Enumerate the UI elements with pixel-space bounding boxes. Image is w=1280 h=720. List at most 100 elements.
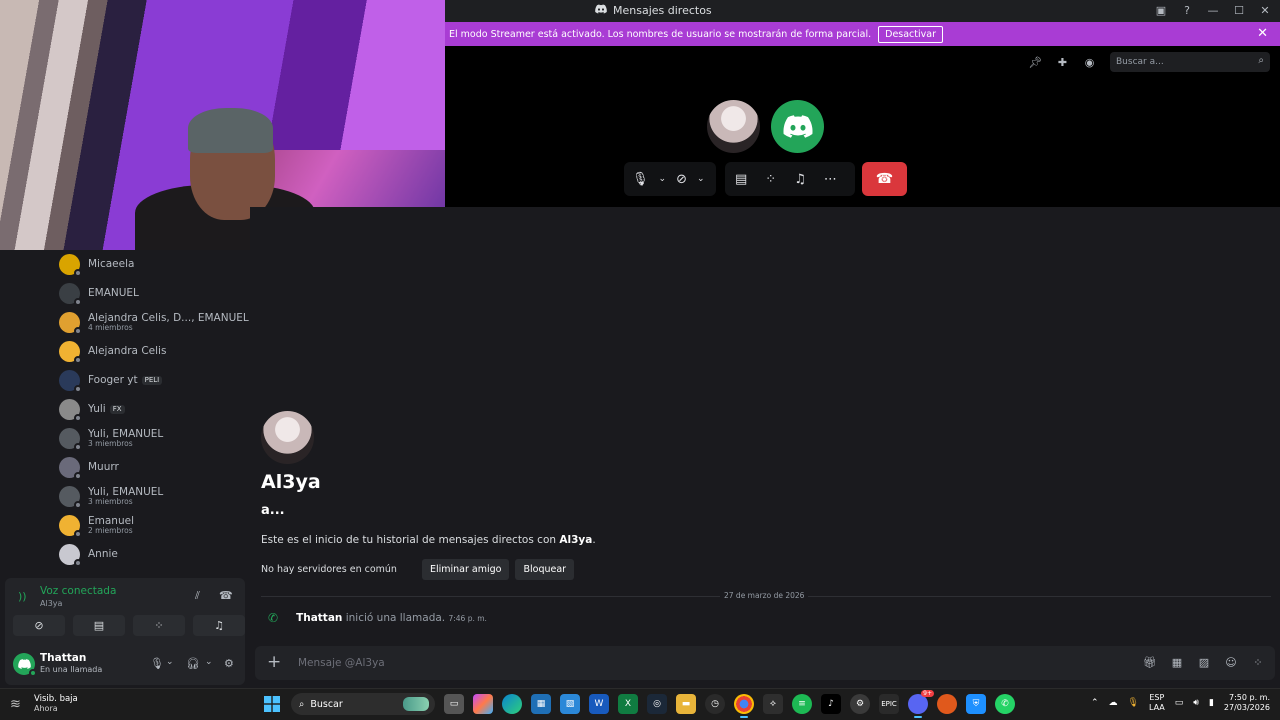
dm-list-item[interactable]: Micaeela (50, 250, 250, 279)
network-icon[interactable]: ▭ (1175, 698, 1184, 708)
dm-list-item[interactable]: Annie (50, 540, 250, 569)
dm-list-item[interactable]: Alejandra Celis, D..., EMANUEL 4 miembros (50, 308, 250, 337)
soundboard-button[interactable]: ♫ (193, 615, 245, 636)
mic-options-chevron-icon[interactable]: ⌄ (166, 657, 174, 667)
pin-icon[interactable]: 📌︎ (1029, 56, 1043, 69)
audio-options-chevron-icon[interactable]: ⌄ (205, 657, 213, 667)
gift-icon[interactable]: 🎁︎ (1143, 655, 1157, 669)
screen-share-icon[interactable]: ▤ (735, 172, 747, 187)
voice-channel[interactable]: Al3ya (40, 599, 62, 608)
avatar (59, 254, 82, 277)
add-friend-icon[interactable]: ✚ (1056, 56, 1069, 69)
battery-icon[interactable]: ▮ (1209, 698, 1214, 708)
screen-share-icon[interactable]: ▣ (1154, 2, 1168, 18)
more-options-icon[interactable]: ⋯ (824, 172, 837, 187)
disconnect-icon[interactable]: ☎ (219, 589, 233, 602)
microphone-icon[interactable]: 🎙︎ (150, 657, 164, 670)
help-icon[interactable]: ? (1180, 2, 1194, 18)
gif-icon[interactable]: ▦ (1170, 655, 1184, 669)
message-author[interactable]: Thattan (296, 612, 342, 624)
edge-icon[interactable] (502, 694, 522, 714)
settings-gear-icon[interactable]: ⚙ (224, 657, 234, 670)
emoji-icon[interactable]: ☺ (1224, 655, 1238, 669)
message-input[interactable]: + Mensaje @Al3ya 🎁︎ ▦ ▨ ☺ ⁘ (255, 646, 1275, 680)
mutual-servers-text[interactable]: No hay servidores en común (261, 564, 397, 575)
spotify-icon[interactable]: ≡ (792, 694, 812, 714)
deactivate-button[interactable]: Desactivar (878, 25, 943, 43)
tiktok-icon[interactable]: ♪ (821, 694, 841, 714)
chrome-icon[interactable] (734, 694, 754, 718)
file-explorer-icon[interactable]: ▬ (676, 694, 696, 714)
camera-toggle-button[interactable]: ⊘ (13, 615, 65, 636)
noise-suppression-icon[interactable]: ⫽ (195, 589, 200, 603)
fog-icon: ≋ (10, 696, 21, 712)
discord-taskbar-icon[interactable]: 9+ (908, 690, 934, 718)
windows-start-icon[interactable] (262, 694, 282, 714)
dm-intro-name: Al3ya (261, 471, 321, 493)
voice-status[interactable]: Voz conectada (40, 585, 116, 597)
username[interactable]: Thattan (40, 652, 86, 664)
dm-list-item[interactable]: Yuli FX (50, 395, 250, 424)
camera-options-chevron-icon[interactable]: ⌄ (697, 174, 705, 184)
participant-avatar-al3ya[interactable] (707, 100, 760, 153)
excel-icon[interactable]: X (618, 694, 638, 714)
word-icon[interactable]: W (589, 694, 609, 714)
whatsapp-icon[interactable]: ✆ (995, 694, 1015, 714)
dm-list-item[interactable]: Emanuel 2 miembros (50, 511, 250, 540)
dm-list-item[interactable]: Yuli, EMANUEL 3 miembros (50, 482, 250, 511)
activities-icon[interactable]: ⁘ (765, 172, 776, 187)
close-button[interactable]: ✕ (1258, 2, 1272, 18)
settings-icon[interactable]: ⚙ (850, 694, 870, 714)
security-shield-icon[interactable]: ⛨ (966, 694, 986, 714)
screen-share-button[interactable]: ▤ (73, 615, 125, 636)
discord-logo-icon (782, 115, 813, 138)
dm-list-item[interactable]: Yuli, EMANUEL 3 miembros (50, 424, 250, 453)
dm-list-item[interactable]: Alejandra Celis (50, 337, 250, 366)
onedrive-icon[interactable]: ☁ (1109, 698, 1118, 708)
call-area: 📌︎ ✚ ◉ Buscar a... ⌕ 🎙︎ ⌄ ⊘ ⌄ ▤ ⁘ ♫ ⋯ ☎ (445, 46, 1280, 207)
hidden-icons-chevron-icon[interactable]: ⌃ (1091, 698, 1099, 708)
profile-icon[interactable]: ◉ (1083, 56, 1096, 69)
system-clock[interactable]: 7:50 p. m. 27/03/2026 (1224, 693, 1270, 713)
weather-widget[interactable]: ≋ Visib. baja Ahora (10, 694, 78, 714)
apps-icon[interactable]: ⁘ (1251, 655, 1265, 669)
dm-list-item[interactable]: Fooger yt PELI (50, 366, 250, 395)
epic-games-icon[interactable]: EPIC (879, 694, 899, 714)
banner-close-icon[interactable]: ✕ (1257, 26, 1268, 41)
steam-icon[interactable]: ◎ (647, 694, 667, 714)
system-message: ✆ Thattan inició una llamada. 7:46 p. m. (268, 611, 487, 625)
app-icon[interactable]: ⟡ (763, 694, 783, 714)
task-view-icon[interactable]: ▭ (444, 694, 464, 714)
block-button[interactable]: Bloquear (515, 559, 575, 580)
maximize-button[interactable]: ☐ (1232, 2, 1246, 18)
store-icon[interactable]: ▦ (531, 694, 551, 714)
remove-friend-button[interactable]: Eliminar amigo (421, 559, 510, 580)
copilot-icon[interactable] (473, 694, 493, 714)
soundboard-icon[interactable]: ♫ (794, 172, 806, 187)
microphone-icon[interactable]: 🎙︎ (632, 172, 649, 187)
game-app-icon[interactable] (937, 694, 957, 714)
activities-button[interactable]: ⁘ (133, 615, 185, 636)
clock-date: 27/03/2026 (1223, 703, 1270, 712)
headphones-icon[interactable]: 🎧︎ (186, 657, 200, 670)
dm-list-item[interactable]: EMANUEL (50, 279, 250, 308)
camera-off-icon[interactable]: ⊘ (676, 172, 687, 187)
avatar[interactable] (13, 653, 37, 677)
connection-signal-icon[interactable]: )) (18, 590, 27, 603)
microphone-tray-icon[interactable]: 🎙︎ (1128, 698, 1139, 708)
search-input[interactable]: Buscar a... ⌕ (1110, 52, 1270, 72)
participant-avatar-self[interactable] (771, 100, 824, 153)
dm-intro-avatar (261, 411, 314, 464)
clock-app-icon[interactable]: ◷ (705, 694, 725, 714)
sticker-icon[interactable]: ▨ (1197, 655, 1211, 669)
dm-list-item[interactable]: Muurr (50, 453, 250, 482)
mic-options-chevron-icon[interactable]: ⌄ (659, 174, 667, 184)
volume-icon[interactable]: 🔊︎ (1193, 698, 1199, 708)
photos-icon[interactable]: ▧ (560, 694, 580, 714)
intro-text-suffix: . (592, 534, 596, 546)
minimize-button[interactable]: — (1206, 2, 1220, 18)
input-language[interactable]: ESP LAA (1149, 693, 1165, 712)
attach-plus-icon[interactable]: + (267, 652, 281, 672)
taskbar-search[interactable]: ⌕ Buscar (291, 693, 435, 715)
disconnect-button[interactable]: ☎ (862, 162, 907, 196)
